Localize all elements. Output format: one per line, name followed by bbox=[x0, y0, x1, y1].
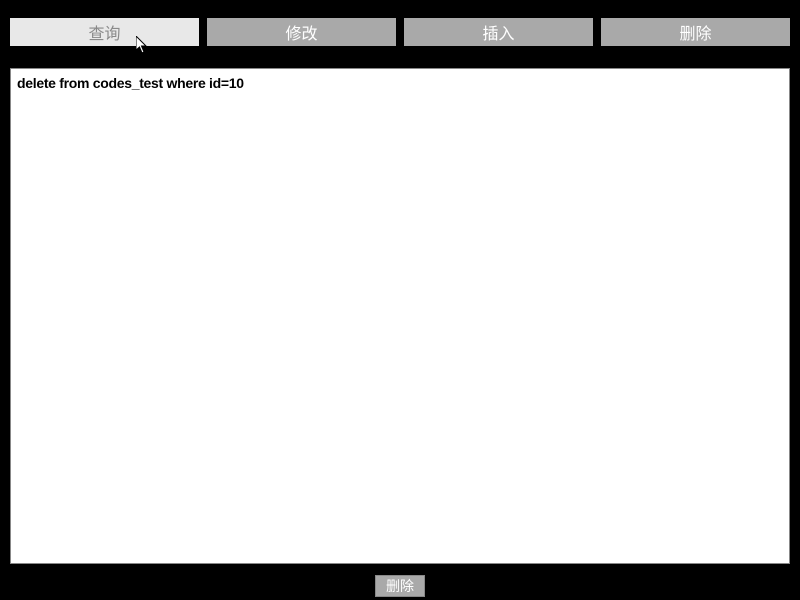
tab-modify[interactable]: 修改 bbox=[207, 18, 396, 46]
tab-insert[interactable]: 插入 bbox=[404, 18, 593, 46]
tabs-row: 查询 修改 插入 删除 bbox=[0, 6, 800, 46]
tab-query[interactable]: 查询 bbox=[10, 18, 199, 46]
tab-delete[interactable]: 删除 bbox=[601, 18, 790, 46]
content-area: delete from codes_test where id=10 bbox=[10, 68, 790, 564]
app-window: 查询 修改 插入 删除 delete from codes_test where… bbox=[0, 0, 800, 600]
bottom-button-area: 删除 bbox=[0, 575, 800, 597]
sql-text-area[interactable]: delete from codes_test where id=10 bbox=[11, 69, 789, 563]
delete-button[interactable]: 删除 bbox=[375, 575, 425, 597]
